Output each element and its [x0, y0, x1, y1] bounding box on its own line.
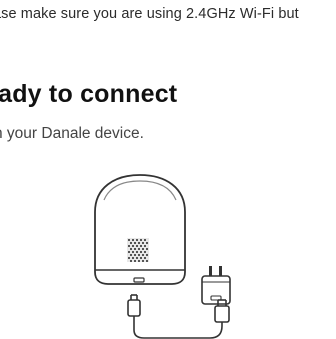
device-setup-illustration	[94, 174, 231, 339]
usb-cable-icon	[127, 294, 230, 339]
camera-icon	[94, 174, 186, 285]
power-adapter-icon	[201, 266, 231, 305]
